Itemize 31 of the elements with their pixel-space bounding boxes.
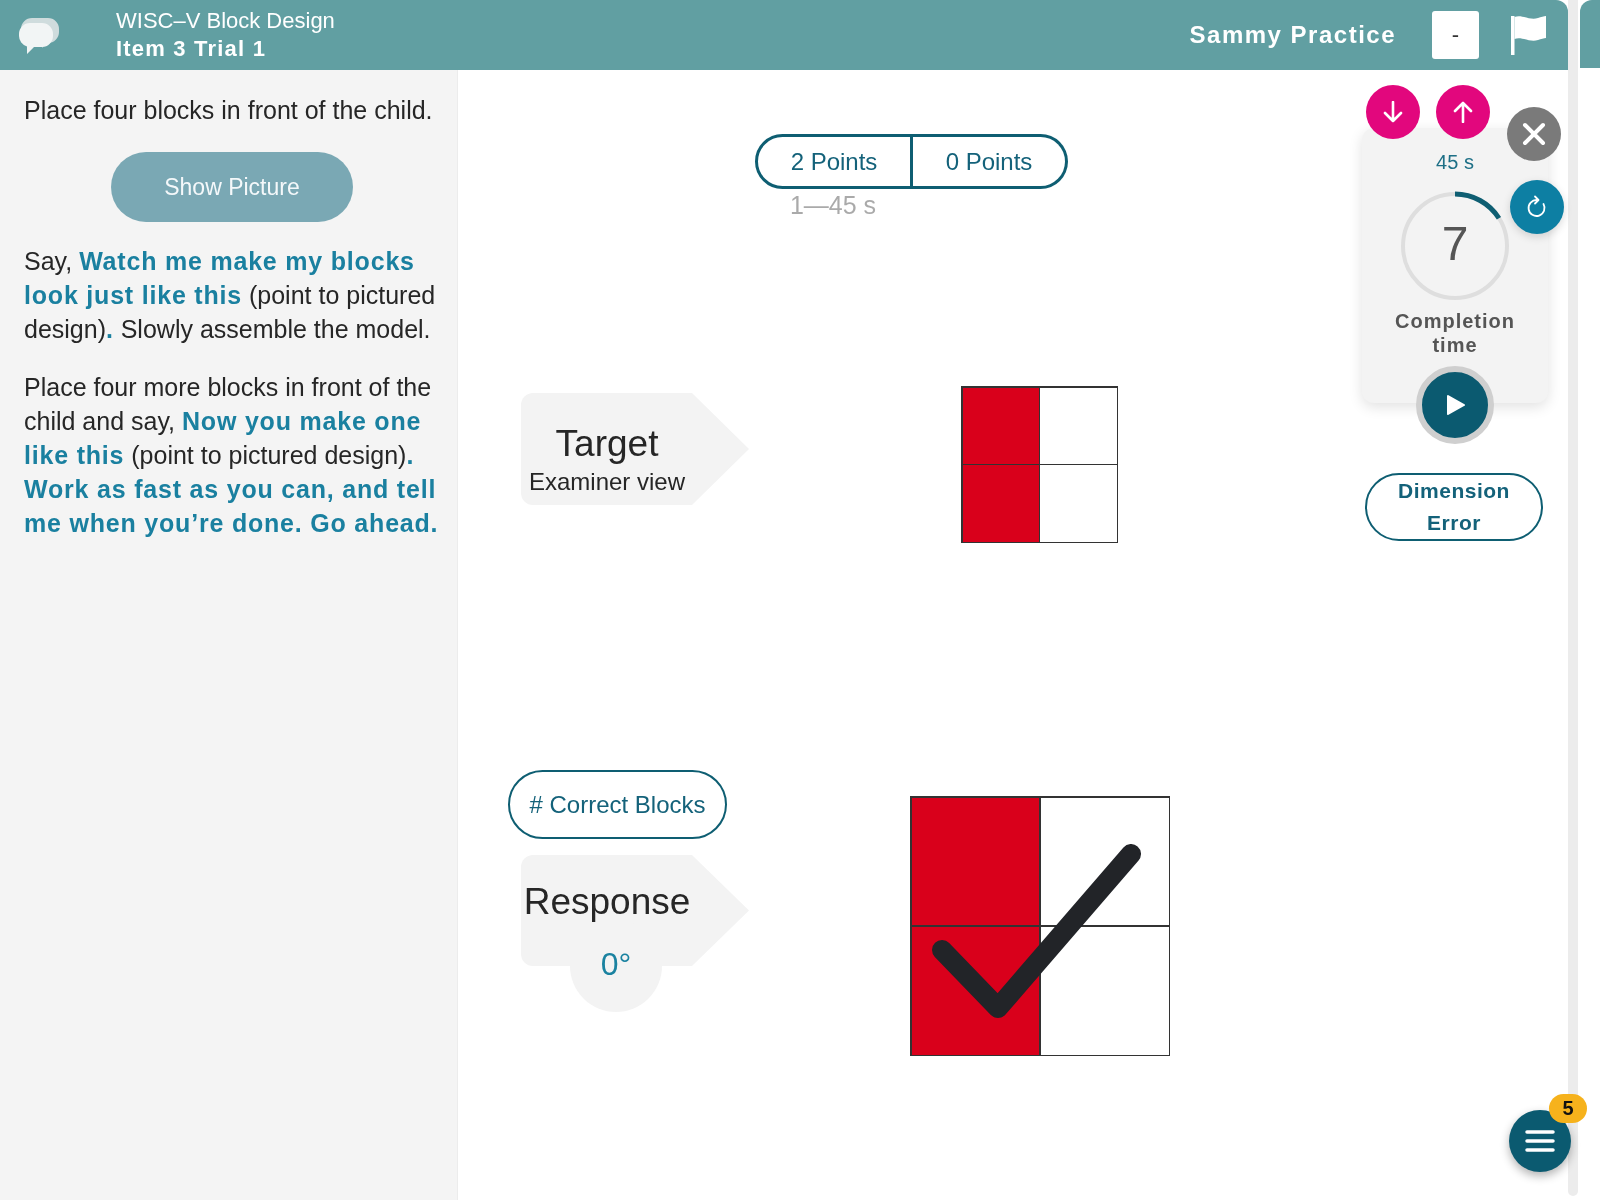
instruction-text: Say, Watch me make my blocks look just like this (point to pictured design). Slowly assemble the model. <box>24 246 437 345</box>
collapse-button[interactable]: - <box>1432 11 1479 59</box>
elapsed-seconds: 7 <box>1440 216 1470 272</box>
flag-icon[interactable] <box>1510 15 1547 55</box>
adjacent-panel-edge <box>1580 0 1600 68</box>
time-range: 1—45 s <box>788 191 878 219</box>
close-button[interactable] <box>1507 107 1561 161</box>
rotation-value: 0° <box>600 946 632 982</box>
response-title: Response <box>523 881 691 923</box>
close-icon <box>1522 122 1546 146</box>
item-title: Item 3 Trial 1 <box>116 35 268 63</box>
time-limit: 45 s <box>1436 150 1474 174</box>
arrow-down-button[interactable] <box>1366 85 1420 139</box>
refresh-icon <box>1526 195 1548 219</box>
target-subtitle: Examiner view <box>528 467 685 497</box>
score-option[interactable]: 0 Points <box>913 134 1068 189</box>
instruction-text: Place four more blocks in front of the child and say, Now you make one like this (point to pictured design). Work as fast as you can, and tell me when you’re done. Go ahead. <box>24 372 440 539</box>
play-icon <box>1445 394 1465 416</box>
notification-badge: 5 <box>1549 1094 1587 1123</box>
test-title: WISC–V Block Design <box>116 7 335 35</box>
timer-caption: Completion time <box>1394 309 1516 357</box>
menu-icon <box>1525 1129 1555 1153</box>
arrow-up-button[interactable] <box>1436 85 1490 139</box>
target-title: Target <box>555 423 659 465</box>
arrow-up-icon <box>1453 101 1473 123</box>
instruction-text: Place four blocks in front of the child. <box>24 95 434 126</box>
examinee-name: Sammy Practice <box>1189 21 1396 49</box>
score-option[interactable]: 2 Points <box>755 134 913 189</box>
dimension-error-button[interactable]: Dimension Error <box>1365 473 1543 541</box>
correct-blocks-button[interactable]: # Correct Blocks <box>508 770 727 839</box>
arrow-down-icon <box>1383 101 1403 123</box>
